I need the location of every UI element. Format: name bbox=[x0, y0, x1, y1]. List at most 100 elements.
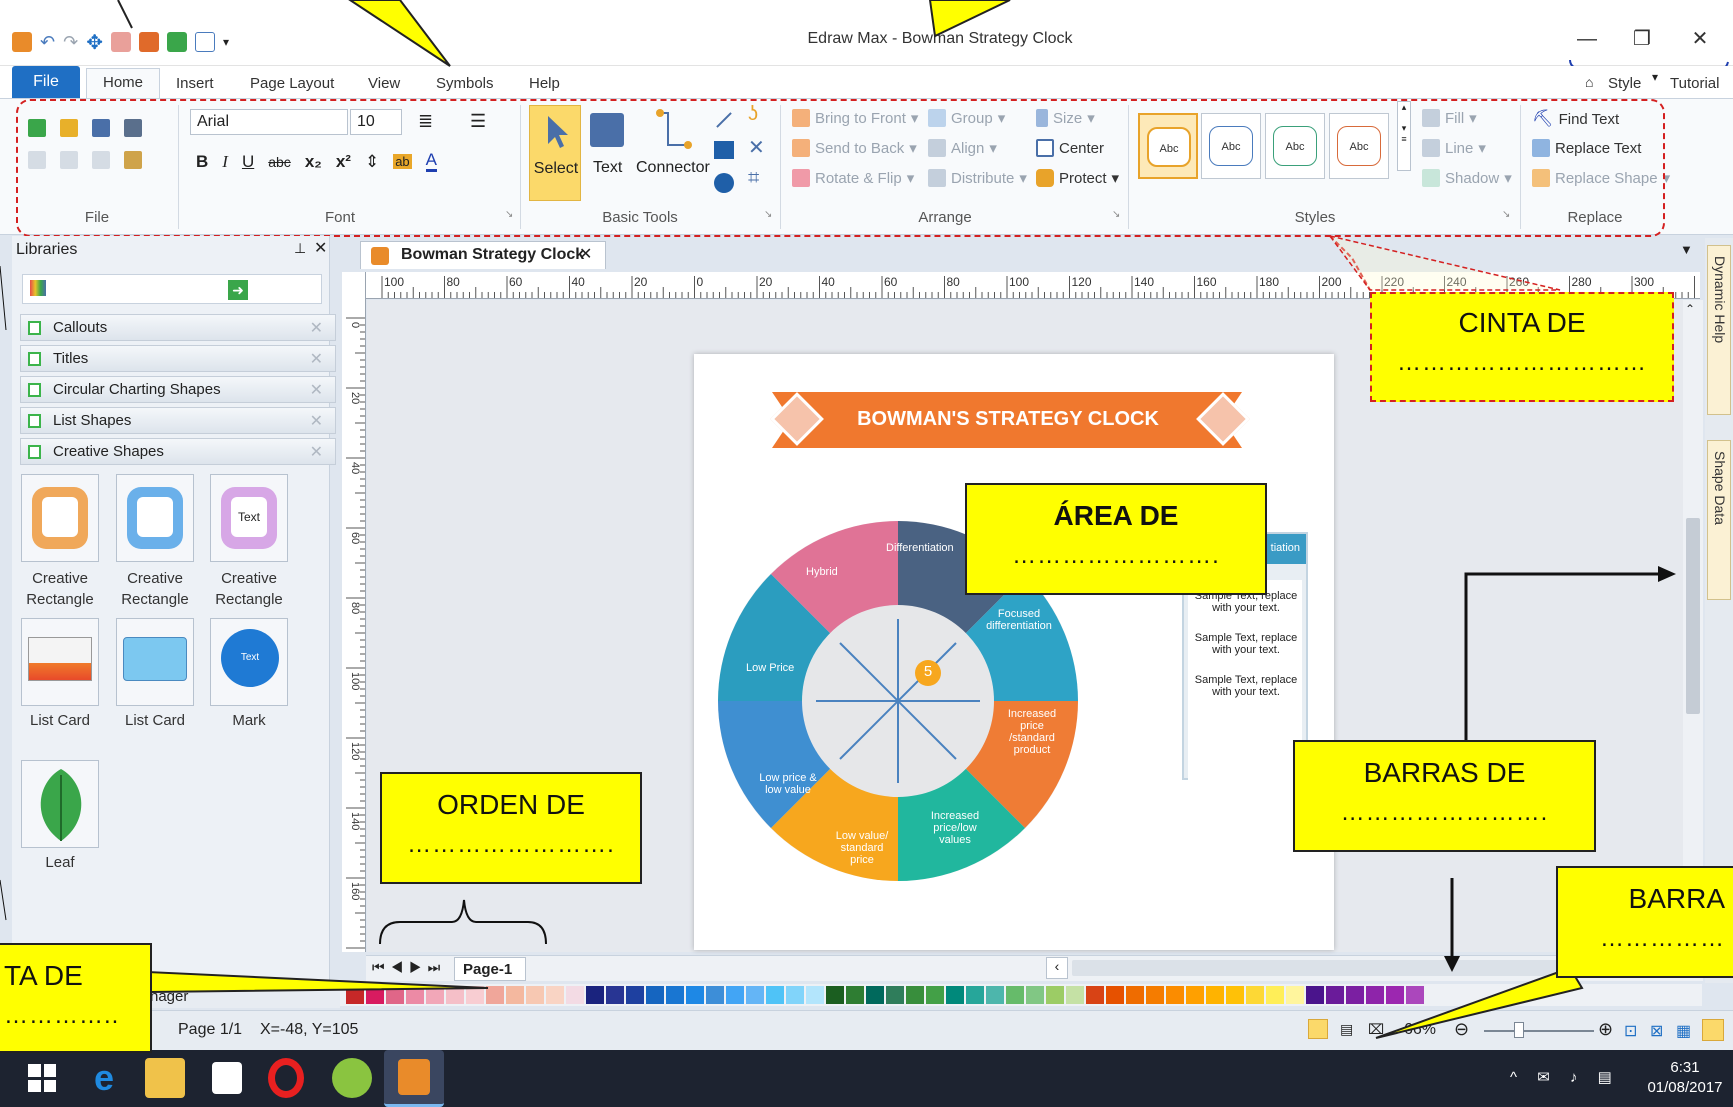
color-swatch[interactable] bbox=[1306, 986, 1324, 1004]
color-swatch[interactable] bbox=[766, 986, 784, 1004]
start-icon[interactable] bbox=[28, 1064, 56, 1092]
library-category[interactable]: List Shapes ✕ bbox=[20, 407, 336, 434]
color-swatch[interactable] bbox=[706, 986, 724, 1004]
color-swatch[interactable] bbox=[726, 986, 744, 1004]
full-screen-icon[interactable] bbox=[1702, 1019, 1724, 1041]
color-swatch[interactable] bbox=[506, 986, 524, 1004]
color-swatch[interactable] bbox=[406, 986, 424, 1004]
color-swatch[interactable] bbox=[686, 986, 704, 1004]
creative-rectangle-purple-shape[interactable]: Text bbox=[210, 474, 288, 562]
color-swatch[interactable] bbox=[366, 986, 384, 1004]
tab-file[interactable]: File bbox=[12, 66, 80, 98]
color-swatch[interactable] bbox=[846, 986, 864, 1004]
file-explorer-icon[interactable] bbox=[145, 1058, 185, 1098]
mark-shape[interactable]: Text bbox=[210, 618, 288, 706]
color-swatch[interactable] bbox=[1026, 986, 1044, 1004]
grid-icon[interactable]: ▦ bbox=[1676, 1021, 1691, 1041]
color-swatch[interactable] bbox=[746, 986, 764, 1004]
export-pdf-icon[interactable] bbox=[110, 32, 131, 52]
library-search-input[interactable] bbox=[22, 274, 322, 304]
export-ppt-icon[interactable] bbox=[138, 32, 159, 52]
list-card-blue-shape[interactable] bbox=[116, 618, 194, 706]
library-category[interactable]: Titles ✕ bbox=[20, 345, 336, 372]
color-swatch[interactable] bbox=[446, 986, 464, 1004]
color-swatch[interactable] bbox=[1186, 986, 1204, 1004]
list-card-shape[interactable] bbox=[21, 618, 99, 706]
color-swatch[interactable] bbox=[966, 986, 984, 1004]
color-swatch[interactable] bbox=[1366, 986, 1384, 1004]
color-swatch[interactable] bbox=[546, 986, 564, 1004]
dynamic-help-tab[interactable]: Dynamic Help bbox=[1707, 245, 1731, 415]
tab-view[interactable]: View bbox=[358, 70, 410, 98]
library-menu-icon[interactable] bbox=[30, 280, 46, 296]
customize-qat-icon[interactable]: ▾ bbox=[223, 35, 229, 49]
zoom-slider[interactable] bbox=[1484, 1030, 1594, 1032]
undo-icon[interactable]: ↶ bbox=[40, 32, 55, 53]
color-swatch[interactable] bbox=[526, 986, 544, 1004]
app-logo-icon[interactable] bbox=[12, 32, 32, 52]
document-close-icon[interactable]: ✕ bbox=[579, 244, 592, 264]
color-swatch[interactable] bbox=[926, 986, 944, 1004]
color-swatch[interactable] bbox=[946, 986, 964, 1004]
color-swatch[interactable] bbox=[1126, 986, 1144, 1004]
pin-icon[interactable]: ⊥ bbox=[294, 240, 306, 257]
edraw-taskbar-button[interactable] bbox=[384, 1050, 444, 1107]
color-swatch[interactable] bbox=[666, 986, 684, 1004]
library-category[interactable]: Circular Charting Shapes ✕ bbox=[20, 376, 336, 403]
vertical-scrollbar[interactable]: ⌃ bbox=[1683, 300, 1703, 952]
color-swatch[interactable] bbox=[1226, 986, 1244, 1004]
page-tab[interactable]: Page-1 bbox=[454, 957, 526, 981]
color-swatch[interactable] bbox=[1146, 986, 1164, 1004]
style-menu[interactable]: Style bbox=[1598, 70, 1651, 98]
shape-data-tab[interactable]: Shape Data bbox=[1707, 440, 1731, 600]
color-swatch[interactable] bbox=[1166, 986, 1184, 1004]
libraries-close-icon[interactable]: ✕ bbox=[314, 238, 327, 258]
minimize-button[interactable]: — bbox=[1570, 24, 1604, 54]
color-swatch[interactable] bbox=[866, 986, 884, 1004]
style-up-icon[interactable]: ⌂ bbox=[1585, 74, 1593, 90]
normal-view-icon[interactable] bbox=[1308, 1019, 1328, 1039]
color-swatch[interactable] bbox=[346, 986, 364, 1004]
color-swatch[interactable] bbox=[1286, 986, 1304, 1004]
color-swatch[interactable] bbox=[1206, 986, 1224, 1004]
color-swatch[interactable] bbox=[1246, 986, 1264, 1004]
edge-icon[interactable]: e bbox=[84, 1058, 124, 1098]
export-svg-icon[interactable] bbox=[166, 32, 187, 52]
redo-icon[interactable]: ↷ bbox=[63, 32, 78, 53]
color-swatch[interactable] bbox=[1086, 986, 1104, 1004]
color-swatch[interactable] bbox=[586, 986, 604, 1004]
fit-page-icon[interactable]: ⊡ bbox=[1624, 1021, 1637, 1041]
document-tab[interactable]: Bowman Strategy Clock ✕ bbox=[360, 241, 606, 269]
color-swatch[interactable] bbox=[826, 986, 844, 1004]
restore-button[interactable]: ❐ bbox=[1625, 24, 1659, 54]
color-swatch[interactable] bbox=[646, 986, 664, 1004]
zoom-slider-thumb[interactable] bbox=[1514, 1022, 1524, 1038]
tab-home[interactable]: Home bbox=[86, 68, 160, 98]
scroll-left-icon[interactable]: ‹ bbox=[1046, 957, 1068, 979]
color-swatch[interactable] bbox=[806, 986, 824, 1004]
scroll-up-icon[interactable]: ⌃ bbox=[1685, 302, 1695, 316]
color-swatch[interactable] bbox=[1386, 986, 1404, 1004]
tutorial-menu[interactable]: Tutorial bbox=[1660, 70, 1729, 98]
creative-rectangle-orange-shape[interactable] bbox=[21, 474, 99, 562]
page-nav-arrows-icon[interactable]: ⏮◀▶⏭ bbox=[372, 959, 446, 976]
color-swatch[interactable] bbox=[1406, 986, 1424, 1004]
tab-help[interactable]: Help bbox=[519, 70, 570, 98]
vertical-scroll-thumb[interactable] bbox=[1686, 518, 1700, 714]
color-swatch[interactable] bbox=[606, 986, 624, 1004]
taskbar-clock[interactable]: 6:31 01/08/2017 bbox=[1640, 1058, 1730, 1098]
color-swatch[interactable] bbox=[1266, 986, 1284, 1004]
store-icon[interactable] bbox=[212, 1062, 242, 1094]
leaf-shape[interactable] bbox=[21, 760, 99, 848]
opera-icon[interactable] bbox=[268, 1058, 304, 1098]
tab-symbols[interactable]: Symbols bbox=[426, 70, 504, 98]
move-icon[interactable]: ✥ bbox=[86, 30, 103, 55]
go-arrow-icon[interactable]: ➜ bbox=[228, 280, 248, 300]
color-swatch[interactable] bbox=[386, 986, 404, 1004]
color-swatch[interactable] bbox=[906, 986, 924, 1004]
color-swatch[interactable] bbox=[1006, 986, 1024, 1004]
library-category[interactable]: Creative Shapes ✕ bbox=[20, 438, 336, 465]
color-swatch[interactable] bbox=[1046, 986, 1064, 1004]
system-tray-icons[interactable]: ^ ✉ ♪ ▤ bbox=[1510, 1068, 1620, 1086]
color-swatch[interactable] bbox=[486, 986, 504, 1004]
